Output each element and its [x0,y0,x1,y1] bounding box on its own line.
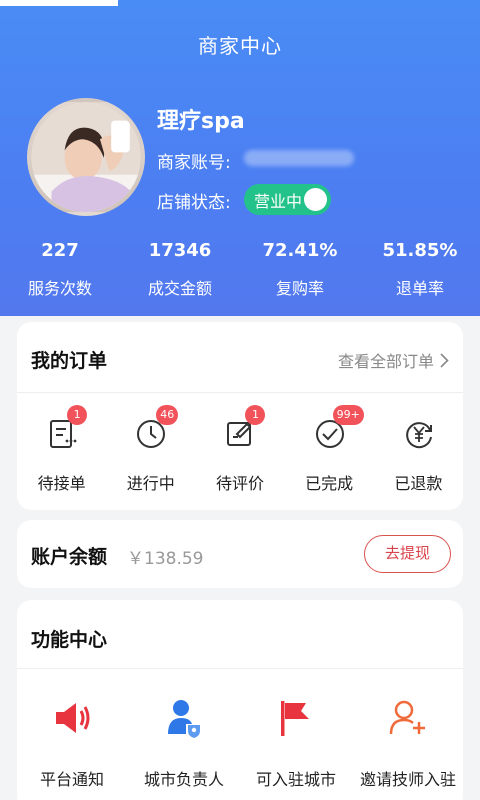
stat-label: 复购率 [275,279,324,298]
profile-header: 商家中心 理疗spa 商家账号: 店铺状态: 营业中 227 服务次数 1734… [0,0,480,316]
stats-row: 227 服务次数 17346 成交金额 72.41% 复购率 51.85% 退单… [0,240,480,299]
badge-completed: 99+ [332,405,364,425]
city-manager-item[interactable]: 城市负责人 [129,684,239,794]
order-in-progress[interactable]: 46 进行中 [106,400,195,500]
toggle-label: 营业中 [254,191,303,211]
stat-label: 成交金额 [147,279,212,298]
shop-name: 理疗spa [157,109,245,134]
stat-transaction-amount: 17346 成交金额 [120,240,240,299]
view-all-label: 查看全部订单 [337,352,434,371]
order-label: 待评价 [215,474,264,493]
stat-repurchase-rate: 72.41% 复购率 [240,240,360,299]
order-label: 待接单 [37,474,86,493]
function-center-title: 功能中心 [31,629,108,651]
stat-value: 51.85% [382,240,458,261]
order-status-row: 1 待接单 46 进行中 1 待评价 99+ 已完成 已退款 [17,400,463,500]
function-label: 城市负责人 [143,770,224,789]
order-to-review[interactable]: 1 待评价 [195,400,284,500]
avatar[interactable] [27,98,145,216]
divider [17,668,463,669]
account-value-blurred [244,150,354,166]
orders-title: 我的订单 [31,350,108,372]
divider [17,392,463,393]
available-cities-item[interactable]: 可入驻城市 [241,684,351,794]
balance-title: 账户余额 [31,546,108,568]
city-manager-icon [168,700,200,738]
function-row: 平台通知 城市负责人 可入驻城市 邀请技师入驻 [17,684,463,794]
invite-technician-item[interactable]: 邀请技师入驻 [353,684,463,794]
shop-status-toggle[interactable]: 营业中 [244,184,331,215]
order-label: 已退款 [394,474,443,493]
status-bar-strip [0,0,118,6]
withdraw-button[interactable]: 去提现 [364,535,451,573]
shop-status-label: 店铺状态: [157,193,231,213]
refund-yen-icon [406,422,432,449]
function-center-card: 功能中心 平台通知 城市负责人 可入驻城市 邀请技师入驻 [17,600,463,800]
view-all-orders-link[interactable]: 查看全部订单 [338,348,449,372]
order-label: 已完成 [305,474,354,493]
platform-notice-item[interactable]: 平台通知 [17,684,127,794]
account-balance-card: 账户余额 ￥138.59 去提现 [17,520,463,588]
stat-label: 服务次数 [27,279,92,298]
invite-user-icon [389,700,425,735]
order-pending[interactable]: 1 待接单 [17,400,106,500]
balance-amount: ￥138.59 [127,549,204,569]
function-label: 邀请技师入驻 [359,770,456,789]
my-orders-card: 我的订单 查看全部订单 1 待接单 46 进行中 1 待评价 99+ 已完成 已… [17,322,463,510]
flag-icon [281,701,309,736]
function-label: 平台通知 [39,770,104,789]
avatar-photo [31,102,141,212]
stat-label: 退单率 [395,279,444,298]
stat-value: 72.41% [262,240,338,261]
stat-value: 17346 [148,240,212,261]
badge-in-progress: 46 [156,405,179,425]
stat-refund-rate: 51.85% 退单率 [360,240,480,299]
order-label: 进行中 [126,474,175,493]
account-label: 商家账号: [157,153,231,173]
stat-service-count: 227 服务次数 [0,240,120,299]
chevron-right-icon [440,352,449,368]
stat-value: 227 [41,240,79,261]
speaker-icon [56,703,90,733]
function-label: 可入驻城市 [255,770,336,789]
order-completed[interactable]: 99+ 已完成 [285,400,374,500]
badge-pending: 1 [67,405,88,425]
order-refunded[interactable]: 已退款 [374,400,463,500]
badge-to-review: 1 [245,405,266,425]
page-title: 商家中心 [198,34,282,58]
toggle-knob [304,188,327,211]
